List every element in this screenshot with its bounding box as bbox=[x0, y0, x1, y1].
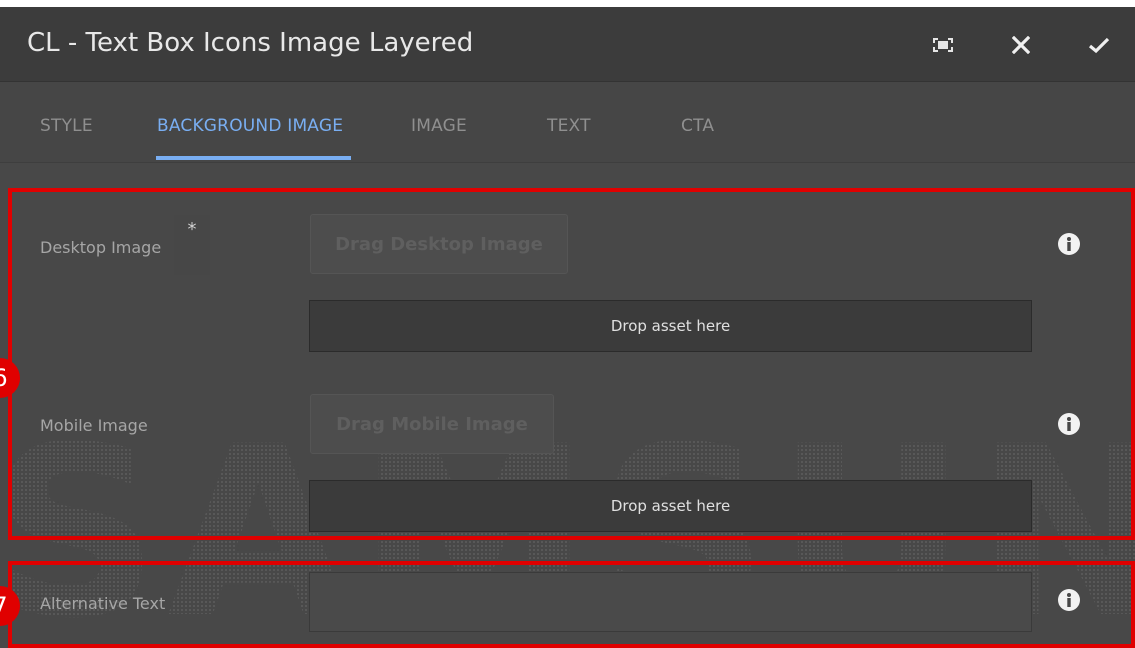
close-icon[interactable] bbox=[1005, 29, 1037, 61]
fullscreen-icon[interactable] bbox=[927, 29, 959, 61]
checkmark-icon[interactable] bbox=[1083, 29, 1115, 61]
tab-cta[interactable]: CTA bbox=[681, 116, 714, 136]
dialog-header: CL - Text Box Icons Image Layered bbox=[0, 7, 1135, 82]
tab-background-image[interactable]: BACKGROUND IMAGE bbox=[157, 116, 343, 136]
tab-image[interactable]: IMAGE bbox=[411, 116, 467, 136]
annotation-box-6 bbox=[8, 188, 1135, 540]
active-tab-indicator bbox=[156, 156, 351, 160]
dialog-title: CL - Text Box Icons Image Layered bbox=[27, 28, 474, 58]
tab-bar: STYLE BACKGROUND IMAGE IMAGE TEXT CTA bbox=[0, 82, 1135, 163]
tab-text[interactable]: TEXT bbox=[547, 116, 591, 136]
annotation-box-7 bbox=[8, 561, 1135, 648]
top-strip bbox=[0, 0, 1135, 7]
tab-style[interactable]: STYLE bbox=[40, 116, 93, 136]
